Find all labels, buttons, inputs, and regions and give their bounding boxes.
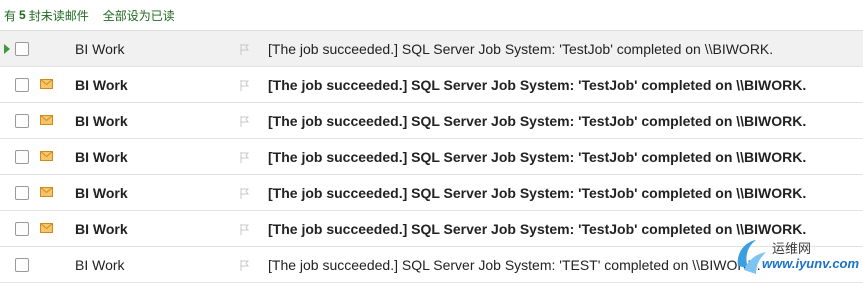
watermark-name: 运维网 [772,241,812,256]
row-checkbox[interactable] [15,258,29,272]
flag-icon[interactable] [240,152,250,163]
row-checkbox[interactable] [15,186,29,200]
envelope-icon [40,187,53,197]
mark-all-read-link[interactable]: 全部设为已读 [103,7,175,24]
subject[interactable]: [The job succeeded.] SQL Server Job Syst… [268,113,806,129]
row-checkbox[interactable] [15,78,29,92]
envelope-icon [40,151,53,161]
envelope-icon [40,115,53,125]
row-checkbox[interactable] [15,222,29,236]
unread-suffix: 封未读邮件 [28,8,89,23]
sender: BI Work [75,149,128,165]
subject[interactable]: [The job succeeded.] SQL Server Job Syst… [268,41,773,57]
subject[interactable]: [The job succeeded.] SQL Server Job Syst… [268,221,806,237]
mail-row[interactable]: BI Work [The job succeeded.] SQL Server … [0,103,863,139]
current-row-arrow-icon [4,44,10,54]
row-checkbox[interactable] [15,114,29,128]
sender: BI Work [75,257,125,273]
mail-row[interactable]: BI Work [The job succeeded.] SQL Server … [0,139,863,175]
sender: BI Work [75,41,125,57]
watermark-url: www.iyunv.com [762,256,860,271]
flag-icon[interactable] [240,80,250,91]
site-watermark: 运维网 www.iyunv.com [732,232,863,282]
flag-icon[interactable] [240,116,250,127]
mail-row[interactable]: BI Work [The job succeeded.] SQL Server … [0,67,863,103]
flag-icon[interactable] [240,188,250,199]
subject[interactable]: [The job succeeded.] SQL Server Job Syst… [268,77,806,93]
flag-icon[interactable] [240,260,250,271]
row-checkbox[interactable] [15,42,29,56]
row-checkbox[interactable] [15,150,29,164]
flag-icon[interactable] [240,224,250,235]
sender: BI Work [75,77,128,93]
subject[interactable]: [The job succeeded.] SQL Server Job Syst… [268,257,761,273]
sender: BI Work [75,221,128,237]
flag-icon[interactable] [240,44,250,55]
mail-row[interactable]: BI Work [The job succeeded.] SQL Server … [0,31,863,67]
unread-count: 5 [19,8,26,22]
envelope-icon [40,223,53,233]
sender: BI Work [75,185,128,201]
envelope-icon [40,79,53,89]
sender: BI Work [75,113,128,129]
subject[interactable]: [The job succeeded.] SQL Server Job Syst… [268,185,806,201]
mail-toolbar: 有 5 封未读邮件 全部设为已读 [0,0,863,30]
subject[interactable]: [The job succeeded.] SQL Server Job Syst… [268,149,806,165]
unread-prefix: 有 [4,8,17,23]
mail-row[interactable]: BI Work [The job succeeded.] SQL Server … [0,175,863,211]
